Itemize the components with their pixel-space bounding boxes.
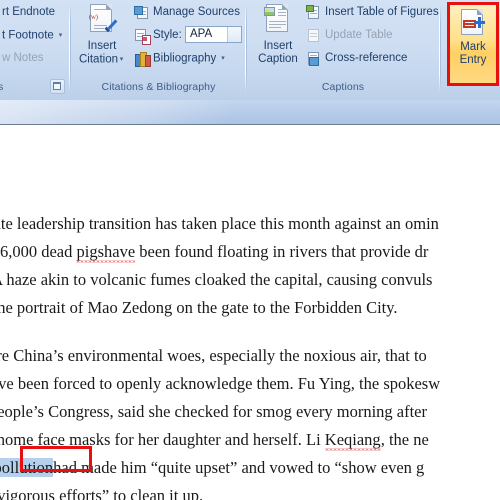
- next-footnote-button[interactable]: t Footnote ▾: [2, 25, 64, 46]
- doc-line: s have been forced to openly acknowledge…: [0, 374, 441, 393]
- doc-line: ai. A haze akin to volcanic fumes cloake…: [0, 270, 433, 289]
- document-canvas[interactable]: s state leadership transition has taken …: [0, 126, 500, 500]
- insert-citation-button[interactable]: (w) Insert Citation ▾: [76, 4, 128, 67]
- doc-line: t at home face masks for her daughter an…: [0, 426, 500, 454]
- chevron-down-icon[interactable]: ▾: [57, 25, 64, 46]
- insert-table-of-figures-icon: [306, 5, 322, 21]
- mark-entry-icon: [457, 9, 489, 39]
- insert-citation-label-line2: Citation: [79, 53, 118, 66]
- next-footnote-label: t Footnote: [2, 29, 54, 42]
- group-divider-1: [70, 4, 71, 92]
- ribbon-group-footnotes: rt Endnote t Footnote ▾ w Notes s: [0, 0, 70, 98]
- insert-citation-label-line1: Insert: [87, 40, 117, 52]
- footnotes-dialog-launcher-icon[interactable]: [50, 79, 65, 94]
- bibliography-label: Bibliography: [153, 52, 217, 65]
- update-table-button[interactable]: Update Table: [325, 25, 393, 46]
- group-divider-2: [246, 4, 247, 92]
- doc-line: re are China’s environmental woes, espec…: [0, 346, 427, 365]
- ribbon-group-captions-label: Captions: [321, 81, 365, 93]
- doc-line: al People’s Congress, said she checked f…: [0, 402, 427, 421]
- style-selected-value: APA: [190, 28, 213, 40]
- doc-line: ng the portrait of Mao Zedong on the gat…: [0, 298, 398, 317]
- band-bottom-line: [0, 124, 500, 125]
- ribbon-group-footnotes-body: rt Endnote t Footnote ▾ w Notes: [0, 0, 70, 78]
- doc-line: ore vigorous efforts” to clean it up.: [0, 486, 204, 500]
- insert-caption-label-line1: Insert: [263, 40, 293, 52]
- mark-entry-button[interactable]: Mark Entry: [449, 4, 497, 84]
- mark-entry-label-line2: Entry: [459, 54, 487, 66]
- manage-sources-button[interactable]: Manage Sources: [153, 2, 240, 23]
- doc-line: s state leadership transition has taken …: [0, 214, 439, 233]
- doc-text: had made him “quite upset” and vowed to …: [53, 458, 425, 477]
- manage-sources-icon: [134, 5, 150, 21]
- chevron-down-icon[interactable]: [227, 27, 241, 42]
- selected-word-pollution[interactable]: pollution: [0, 458, 54, 477]
- insert-table-of-figures-label: Insert Table of Figures: [325, 6, 439, 18]
- ribbon: rt Endnote t Footnote ▾ w Notes s (w) In…: [0, 0, 500, 100]
- cross-reference-icon: [306, 51, 322, 67]
- update-table-label: Update Table: [325, 29, 393, 41]
- style-label-button: Style:: [153, 25, 182, 46]
- bibliography-icon: [134, 51, 151, 67]
- show-notes-label: w Notes: [2, 52, 44, 64]
- band-gloss: [0, 100, 330, 125]
- show-notes-button[interactable]: w Notes: [2, 48, 44, 69]
- ribbon-group-captions: Insert Caption Insert Table of Figures U…: [248, 0, 439, 98]
- cross-reference-button[interactable]: Cross-reference: [325, 48, 407, 69]
- insert-caption-label-line2: Caption: [258, 53, 298, 65]
- manage-sources-label: Manage Sources: [153, 6, 240, 18]
- doc-text: t at home face masks for her daughter an…: [0, 430, 325, 449]
- group-divider-3: [440, 4, 441, 92]
- misspelled-word[interactable]: Keqiang: [324, 430, 381, 451]
- style-select[interactable]: APA: [185, 26, 242, 43]
- ribbon-group-captions-body: Insert Caption Insert Table of Figures U…: [248, 0, 439, 78]
- insert-caption-icon: [262, 4, 294, 38]
- style-label: Style:: [153, 29, 182, 41]
- doc-text: an 16,000 dead: [0, 242, 73, 261]
- bibliography-button[interactable]: Bibliography ▾: [153, 48, 227, 69]
- ribbon-group-index: Mark Entry: [442, 0, 500, 98]
- ribbon-group-citations-body: (w) Insert Citation ▾ Manage Sources Sty…: [72, 0, 245, 78]
- doc-line: air pollutionhad made him “quite upset” …: [0, 454, 500, 482]
- word-window: rt Endnote t Footnote ▾ w Notes s (w) In…: [0, 0, 500, 500]
- doc-text: , the ne: [380, 430, 429, 449]
- ribbon-group-citations-label: Citations & Bibliography: [101, 81, 216, 93]
- insert-table-of-figures-button[interactable]: Insert Table of Figures: [325, 2, 439, 23]
- document-paragraph-2: re are China’s environmental woes, espec…: [0, 342, 500, 500]
- insert-endnote-label: rt Endnote: [2, 6, 56, 18]
- update-table-icon: [306, 28, 322, 44]
- mark-entry-label-line1: Mark: [460, 41, 486, 53]
- ribbon-lower-band: [0, 100, 500, 125]
- chevron-down-icon[interactable]: ▾: [118, 53, 125, 66]
- cross-reference-label: Cross-reference: [325, 52, 408, 64]
- misspelled-word[interactable]: pigshave: [76, 242, 136, 263]
- chevron-down-icon[interactable]: ▾: [220, 48, 227, 69]
- ribbon-group-citations: (w) Insert Citation ▾ Manage Sources Sty…: [72, 0, 245, 98]
- insert-caption-button[interactable]: Insert Caption: [252, 4, 304, 66]
- insert-endnote-button[interactable]: rt Endnote: [2, 2, 55, 23]
- doc-line: an 16,000 dead pigshave been found float…: [0, 238, 500, 266]
- style-icon: [134, 28, 151, 45]
- insert-citation-icon: (w): [86, 4, 118, 38]
- doc-text: been found floating in rivers that provi…: [135, 242, 429, 261]
- document-paragraph-1: s state leadership transition has taken …: [0, 210, 500, 322]
